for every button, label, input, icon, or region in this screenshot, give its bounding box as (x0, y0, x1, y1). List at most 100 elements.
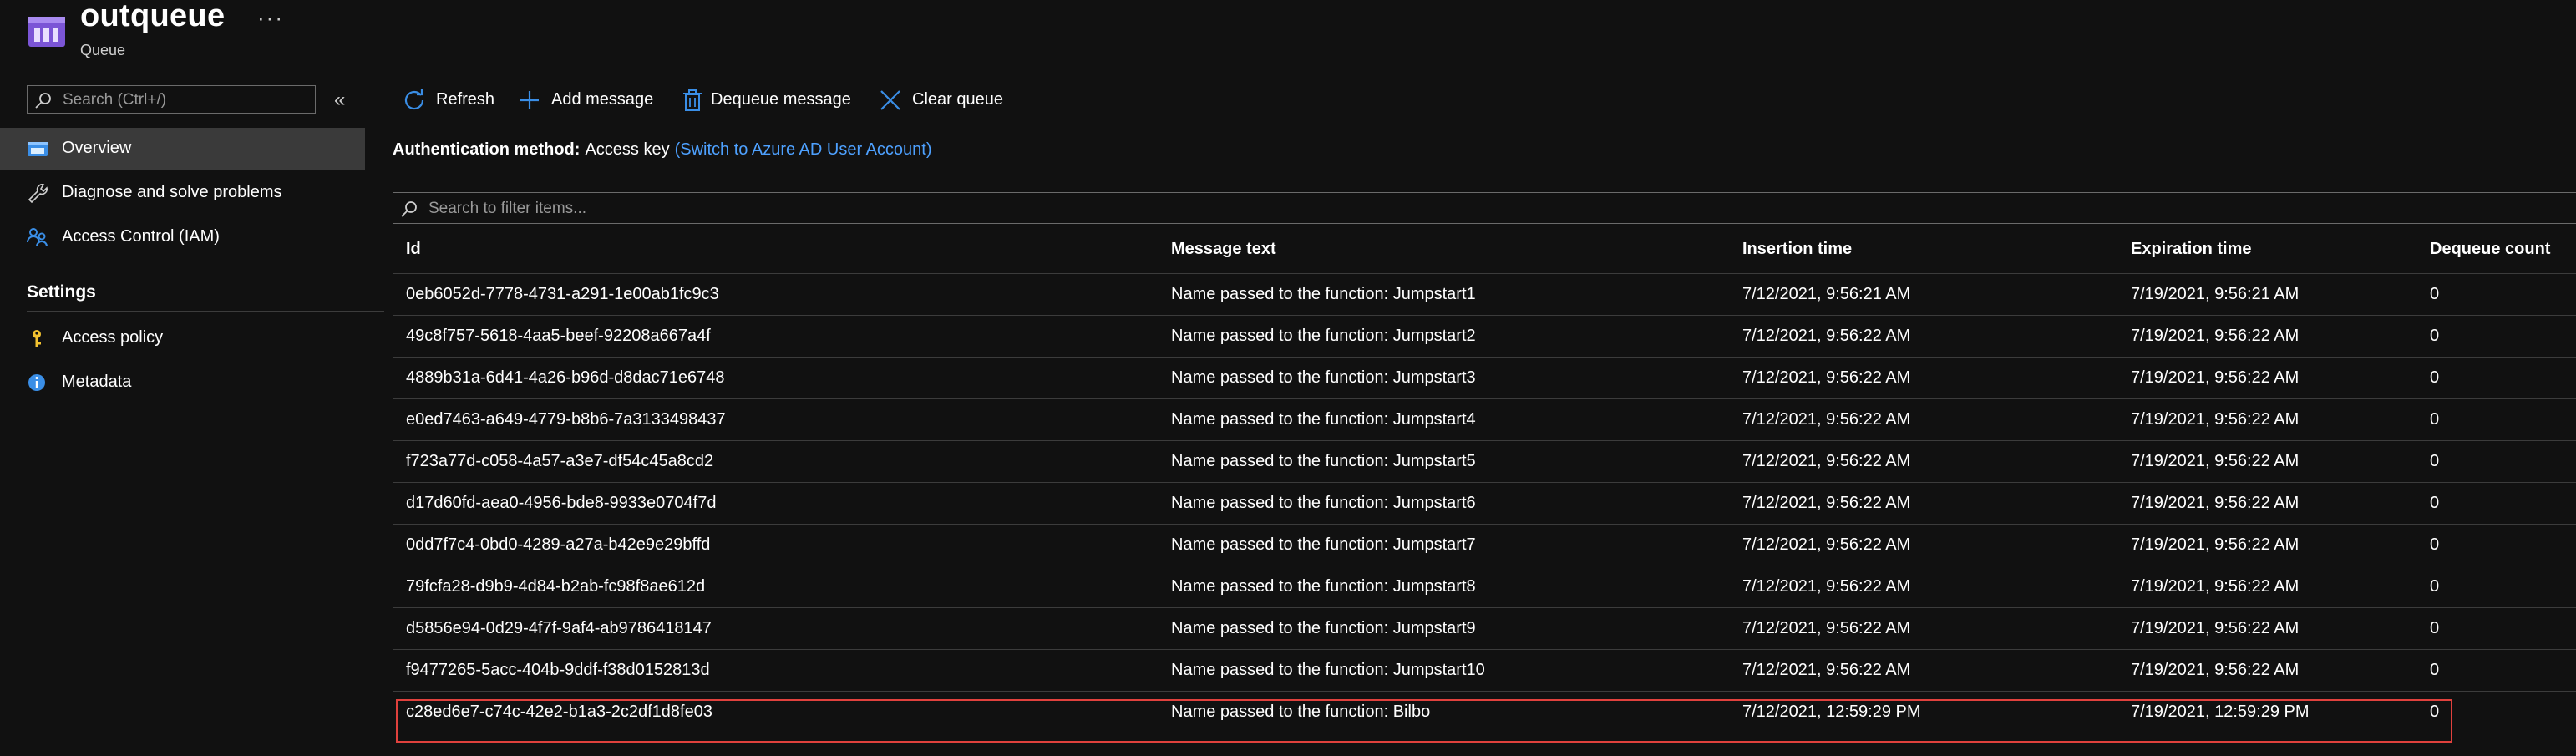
cell-id: 0dd7f7c4-0bd0-4289-a27a-b42e9e29bffd (406, 535, 711, 554)
table-row[interactable]: e0ed7463-a649-4779-b8b6-7a3133498437 Name… (393, 399, 2576, 441)
filter-input[interactable] (427, 196, 1098, 221)
cell-dequeue-count: 0 (2430, 410, 2440, 429)
table-row[interactable]: 0dd7f7c4-0bd0-4289-a27a-b42e9e29bffd Name… (393, 525, 2576, 566)
column-header-dequeue-count[interactable]: Dequeue count (2430, 240, 2550, 259)
table-row[interactable]: f9477265-5acc-404b-9ddf-f38d0152813d Name… (393, 650, 2576, 692)
search-icon (35, 93, 51, 109)
close-icon (880, 90, 900, 110)
trash-icon (683, 89, 702, 111)
column-header-insertion-time[interactable]: Insertion time (1742, 240, 1852, 259)
table-row[interactable]: d17d60fd-aea0-4956-bde8-9933e0704f7d Name… (393, 483, 2576, 525)
cell-id: 4889b31a-6d41-4a26-b96d-d8dac71e6748 (406, 368, 725, 387)
sidebar-item-overview[interactable]: Overview (0, 128, 365, 170)
sidebar-item-label: Diagnose and solve problems (62, 183, 282, 201)
plus-icon (520, 91, 539, 109)
table-row[interactable]: 4889b31a-6d41-4a26-b96d-d8dac71e6748 Name… (393, 358, 2576, 399)
cell-expiration-time: 7/19/2021, 9:56:22 AM (2131, 494, 2300, 512)
cell-expiration-time: 7/19/2021, 9:56:22 AM (2131, 661, 2300, 679)
cell-insertion-time: 7/12/2021, 9:56:22 AM (1742, 452, 1911, 470)
cell-dequeue-count: 0 (2430, 327, 2440, 345)
cell-expiration-time: 7/19/2021, 9:56:21 AM (2131, 285, 2300, 303)
queue-icon (28, 17, 65, 47)
refresh-button[interactable]: Refresh (403, 84, 503, 117)
cell-insertion-time: 7/12/2021, 9:56:22 AM (1742, 577, 1911, 596)
cell-message-text: Name passed to the function: Jumpstart1 (1171, 285, 1476, 303)
cell-id: 49c8f757-5618-4aa5-beef-92208a667a4f (406, 327, 711, 345)
filter-box[interactable] (393, 192, 2576, 224)
cell-insertion-time: 7/12/2021, 9:56:22 AM (1742, 327, 1911, 345)
auth-label: Authentication method: (393, 140, 581, 159)
sidebar-item-label: Overview (62, 139, 132, 157)
cell-dequeue-count: 0 (2430, 285, 2440, 303)
collapse-sidebar-button[interactable]: « (334, 89, 345, 112)
page-header: outqueue Queue ··· (0, 0, 2576, 75)
table-row[interactable]: d5856e94-0d29-4f7f-9af4-ab9786418147 Name… (393, 608, 2576, 650)
cell-insertion-time: 7/12/2021, 9:56:22 AM (1742, 368, 1911, 387)
people-icon (27, 228, 48, 247)
cell-expiration-time: 7/19/2021, 12:59:29 PM (2131, 703, 2310, 721)
cell-message-text: Name passed to the function: Jumpstart4 (1171, 410, 1476, 429)
cell-id: e0ed7463-a649-4779-b8b6-7a3133498437 (406, 410, 726, 429)
cell-id: c28ed6e7-c74c-42e2-b1a3-2c2df1d8fe03 (406, 703, 712, 721)
cell-insertion-time: 7/12/2021, 9:56:22 AM (1742, 410, 1911, 429)
info-icon (28, 374, 45, 391)
sidebar-item-access-control[interactable]: Access Control (IAM) (0, 216, 365, 258)
authentication-method: Authentication method: Access key (Switch … (393, 140, 932, 160)
messages-table: Id Message text Insertion time Expiratio… (393, 228, 2576, 733)
cell-message-text: Name passed to the function: Jumpstart8 (1171, 577, 1476, 596)
cell-message-text: Name passed to the function: Bilbo (1171, 703, 1431, 721)
settings-section-title: Settings (27, 282, 96, 302)
table-row[interactable]: 0eb6052d-7778-4731-a291-1e00ab1fc9c3 Name… (393, 274, 2576, 316)
sidebar-search[interactable] (27, 85, 316, 114)
cell-message-text: Name passed to the function: Jumpstart6 (1171, 494, 1476, 512)
table-row[interactable]: 79fcfa28-d9b9-4d84-b2ab-fc98f8ae612d Name… (393, 566, 2576, 608)
column-header-message-text[interactable]: Message text (1171, 240, 1276, 259)
sidebar-item-diagnose[interactable]: Diagnose and solve problems (0, 172, 365, 214)
cell-expiration-time: 7/19/2021, 9:56:22 AM (2131, 327, 2300, 345)
cell-id: f723a77d-c058-4a57-a3e7-df54c45a8cd2 (406, 452, 714, 470)
column-header-expiration-time[interactable]: Expiration time (2131, 240, 2251, 259)
cell-message-text: Name passed to the function: Jumpstart2 (1171, 327, 1476, 345)
column-header-id[interactable]: Id (406, 240, 421, 259)
cell-insertion-time: 7/12/2021, 9:56:22 AM (1742, 661, 1911, 679)
cell-dequeue-count: 0 (2430, 535, 2440, 554)
table-row[interactable]: f723a77d-c058-4a57-a3e7-df54c45a8cd2 Name… (393, 441, 2576, 483)
clear-queue-button[interactable]: Clear queue (879, 84, 1021, 117)
cell-insertion-time: 7/12/2021, 12:59:29 PM (1742, 703, 1921, 721)
dequeue-message-button[interactable]: Dequeue message (681, 84, 865, 117)
sidebar-item-label: Metadata (62, 373, 132, 391)
table-row[interactable]: 49c8f757-5618-4aa5-beef-92208a667a4f Name… (393, 316, 2576, 358)
add-message-label: Add message (551, 90, 654, 109)
sidebar-item-label: Access Control (IAM) (62, 227, 220, 246)
add-message-button[interactable]: Add message (518, 84, 660, 117)
table-row[interactable]: c28ed6e7-c74c-42e2-b1a3-2c2df1d8fe03 Name… (393, 692, 2576, 733)
refresh-label: Refresh (436, 90, 495, 109)
key-icon (33, 330, 41, 347)
cell-dequeue-count: 0 (2430, 494, 2440, 512)
auth-value: Access key (585, 140, 670, 159)
more-options-button[interactable]: ··· (257, 5, 284, 31)
cell-dequeue-count: 0 (2430, 661, 2440, 679)
cell-id: 0eb6052d-7778-4731-a291-1e00ab1fc9c3 (406, 285, 719, 303)
cell-dequeue-count: 0 (2430, 577, 2440, 596)
sidebar-item-metadata[interactable]: Metadata (0, 362, 365, 403)
cell-insertion-time: 7/12/2021, 9:56:22 AM (1742, 535, 1911, 554)
clear-queue-label: Clear queue (912, 90, 1003, 109)
switch-auth-link[interactable]: (Switch to Azure AD User Account) (675, 140, 932, 159)
refresh-icon (404, 89, 424, 110)
wrench-icon (28, 184, 48, 203)
search-icon (401, 201, 417, 217)
cell-id: 79fcfa28-d9b9-4d84-b2ab-fc98f8ae612d (406, 577, 706, 596)
queue-overview-icon (28, 142, 48, 156)
cell-id: d17d60fd-aea0-4956-bde8-9933e0704f7d (406, 494, 717, 512)
sidebar: « Overview Diagnose and solve problems A… (0, 75, 384, 756)
sidebar-search-input[interactable] (61, 88, 307, 113)
cell-id: f9477265-5acc-404b-9ddf-f38d0152813d (406, 661, 710, 679)
cell-insertion-time: 7/12/2021, 9:56:22 AM (1742, 619, 1911, 637)
cell-expiration-time: 7/19/2021, 9:56:22 AM (2131, 619, 2300, 637)
cell-expiration-time: 7/19/2021, 9:56:22 AM (2131, 535, 2300, 554)
sidebar-item-access-policy[interactable]: Access policy (0, 317, 365, 359)
cell-dequeue-count: 0 (2430, 368, 2440, 387)
cell-insertion-time: 7/12/2021, 9:56:22 AM (1742, 494, 1911, 512)
table-body: 0eb6052d-7778-4731-a291-1e00ab1fc9c3 Name… (393, 274, 2576, 733)
